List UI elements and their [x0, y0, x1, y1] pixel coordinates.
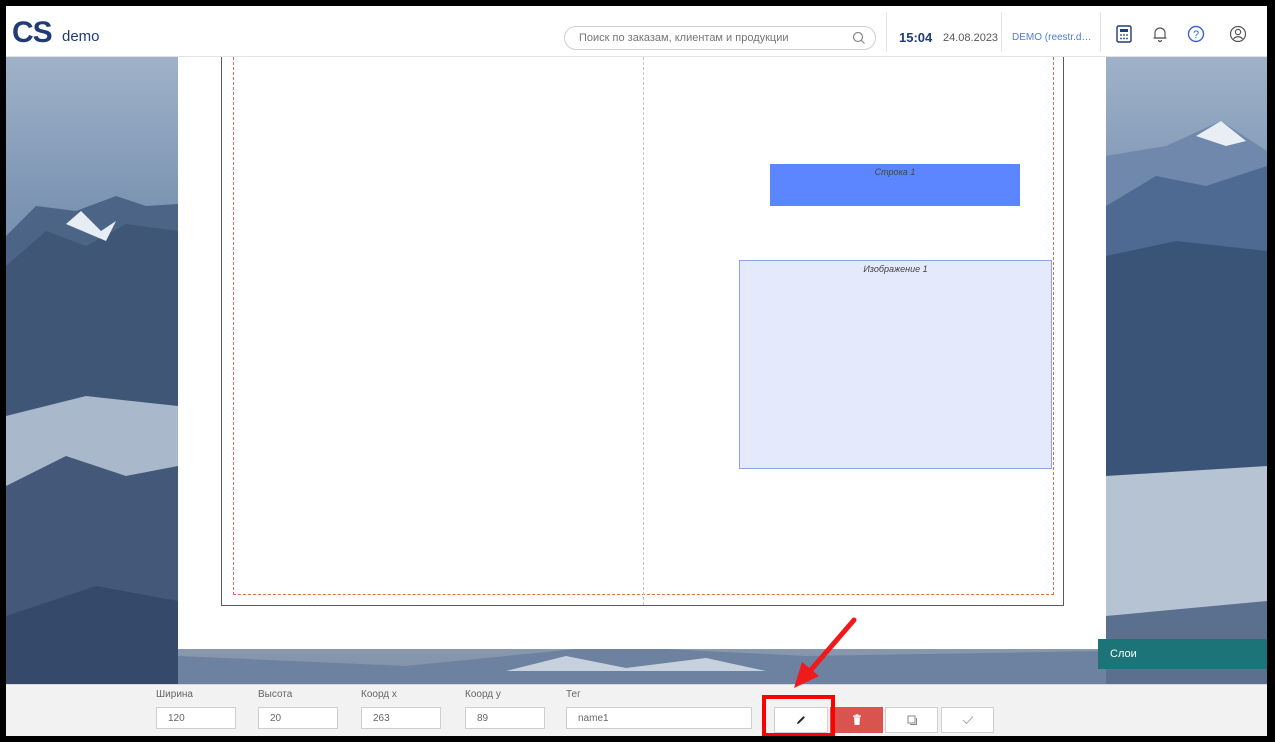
coord-y-input[interactable] [465, 707, 545, 729]
check-icon [962, 716, 973, 725]
apply-button[interactable] [941, 707, 994, 733]
annotation-highlight-box [762, 695, 835, 736]
layers-panel-tab[interactable]: Слои [1098, 639, 1267, 669]
height-label: Высота [258, 689, 293, 700]
header-divider [886, 12, 887, 52]
svg-text:?: ? [1193, 29, 1199, 41]
search-icon[interactable] [851, 30, 867, 46]
width-input[interactable] [156, 707, 236, 729]
text-object-label: Строка 1 [874, 167, 916, 177]
editor-page[interactable]: Строка 1 Изображение 1 [178, 57, 1106, 649]
height-input[interactable] [258, 707, 338, 729]
text-object[interactable]: Строка 1 [770, 164, 1020, 206]
search-box[interactable] [564, 26, 876, 50]
help-icon[interactable]: ? [1186, 24, 1206, 44]
header-divider [1001, 12, 1002, 52]
search-input[interactable] [577, 31, 851, 45]
top-header: CS demo 15:04 24.08.2023 DEMO (reestr.di… [6, 6, 1267, 57]
coord-x-input[interactable] [361, 707, 441, 729]
tag-input[interactable] [566, 707, 752, 729]
coord-x-label: Коорд x [361, 689, 397, 700]
app-window: CS demo 15:04 24.08.2023 DEMO (reestr.di… [6, 6, 1267, 736]
width-label: Ширина [156, 689, 193, 700]
trash-icon [852, 714, 861, 725]
tag-label: Тег [566, 689, 581, 700]
duplicate-button[interactable] [885, 707, 938, 733]
image-object[interactable]: Изображение 1 [739, 260, 1052, 469]
properties-toolbar: Ширина Высота Коорд x Коорд y Тег [6, 684, 1267, 736]
calculator-icon[interactable] [1114, 24, 1134, 44]
layout-sheet[interactable]: Строка 1 Изображение 1 [221, 57, 1064, 606]
clock-date: 24.08.2023 [943, 32, 999, 44]
logo-subtitle: demo [62, 28, 100, 45]
layers-tab-label: Слои [1110, 648, 1137, 660]
coord-y-label: Коорд y [465, 689, 501, 700]
spread-fold-line [643, 57, 644, 605]
bell-icon[interactable] [1150, 24, 1170, 44]
user-profile-icon[interactable] [1228, 24, 1248, 44]
logo[interactable]: CS [12, 16, 53, 50]
header-divider [1100, 12, 1101, 52]
delete-button[interactable] [830, 707, 883, 733]
image-object-label: Изображение 1 [863, 264, 928, 274]
clock-time: 15:04 [899, 30, 933, 45]
copy-icon [907, 715, 917, 725]
user-account-link[interactable]: DEMO (reestr.digit... [1012, 32, 1092, 43]
